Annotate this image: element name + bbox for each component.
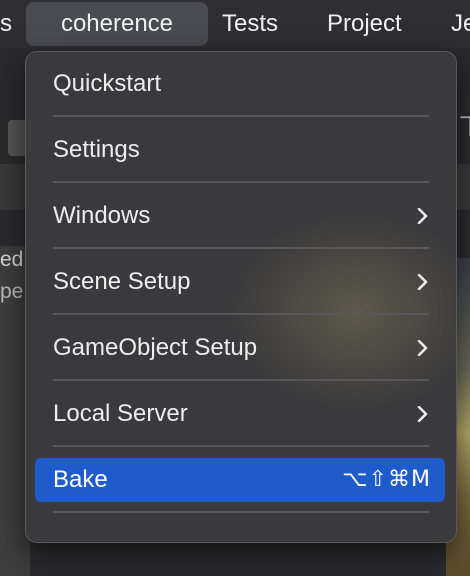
- menu-separator: [53, 511, 429, 513]
- menubar-item-coherence[interactable]: coherence: [26, 2, 208, 46]
- chevron-right-icon: [417, 274, 428, 290]
- menubar-item-project[interactable]: Project: [327, 0, 402, 48]
- menubar-item-tests[interactable]: Tests: [222, 0, 278, 48]
- chevron-right-icon: [417, 340, 428, 356]
- menubar-item-partial-right[interactable]: Je: [451, 0, 470, 48]
- menu-separator: [53, 181, 429, 183]
- menu-item-local-server[interactable]: Local Server: [35, 394, 445, 434]
- menu-separator: [53, 379, 429, 381]
- menu-item-label: Local Server: [53, 400, 188, 427]
- chevron-right-icon: [417, 208, 428, 224]
- menu-item-quickstart[interactable]: Quickstart: [35, 64, 445, 104]
- keyboard-shortcut: ⌥⇧⌘M: [342, 467, 431, 492]
- menu-item-bake[interactable]: Bake ⌥⇧⌘M: [35, 458, 445, 502]
- menu-item-label: GameObject Setup: [53, 334, 258, 361]
- menu-item-gameobject-setup[interactable]: GameObject Setup: [35, 328, 445, 368]
- menu-item-label: Settings: [53, 136, 140, 163]
- menu-separator: [53, 313, 429, 315]
- menu-item-label: Quickstart: [53, 70, 162, 97]
- menu-item-label: Windows: [53, 202, 151, 229]
- menu-item-label: Bake: [53, 466, 108, 493]
- menu-item-settings[interactable]: Settings: [35, 130, 445, 170]
- menu-item-windows[interactable]: Windows: [35, 196, 445, 236]
- menu-separator: [53, 247, 429, 249]
- background-panel-text: pe: [0, 280, 24, 303]
- menubar-item-partial-left[interactable]: s: [0, 0, 12, 48]
- menu-item-label: Scene Setup: [53, 268, 191, 295]
- coherence-dropdown-menu: Quickstart Settings Windows Scene Setup …: [25, 51, 457, 543]
- background-panel-text: ed: [0, 248, 24, 271]
- menu-bar: s coherence Tests Project Je: [0, 0, 470, 48]
- menu-separator: [53, 445, 429, 447]
- menu-separator: [53, 115, 429, 117]
- chevron-right-icon: [417, 406, 428, 422]
- background-tab-marker-icon: ⊤: [458, 110, 470, 143]
- menu-item-scene-setup[interactable]: Scene Setup: [35, 262, 445, 302]
